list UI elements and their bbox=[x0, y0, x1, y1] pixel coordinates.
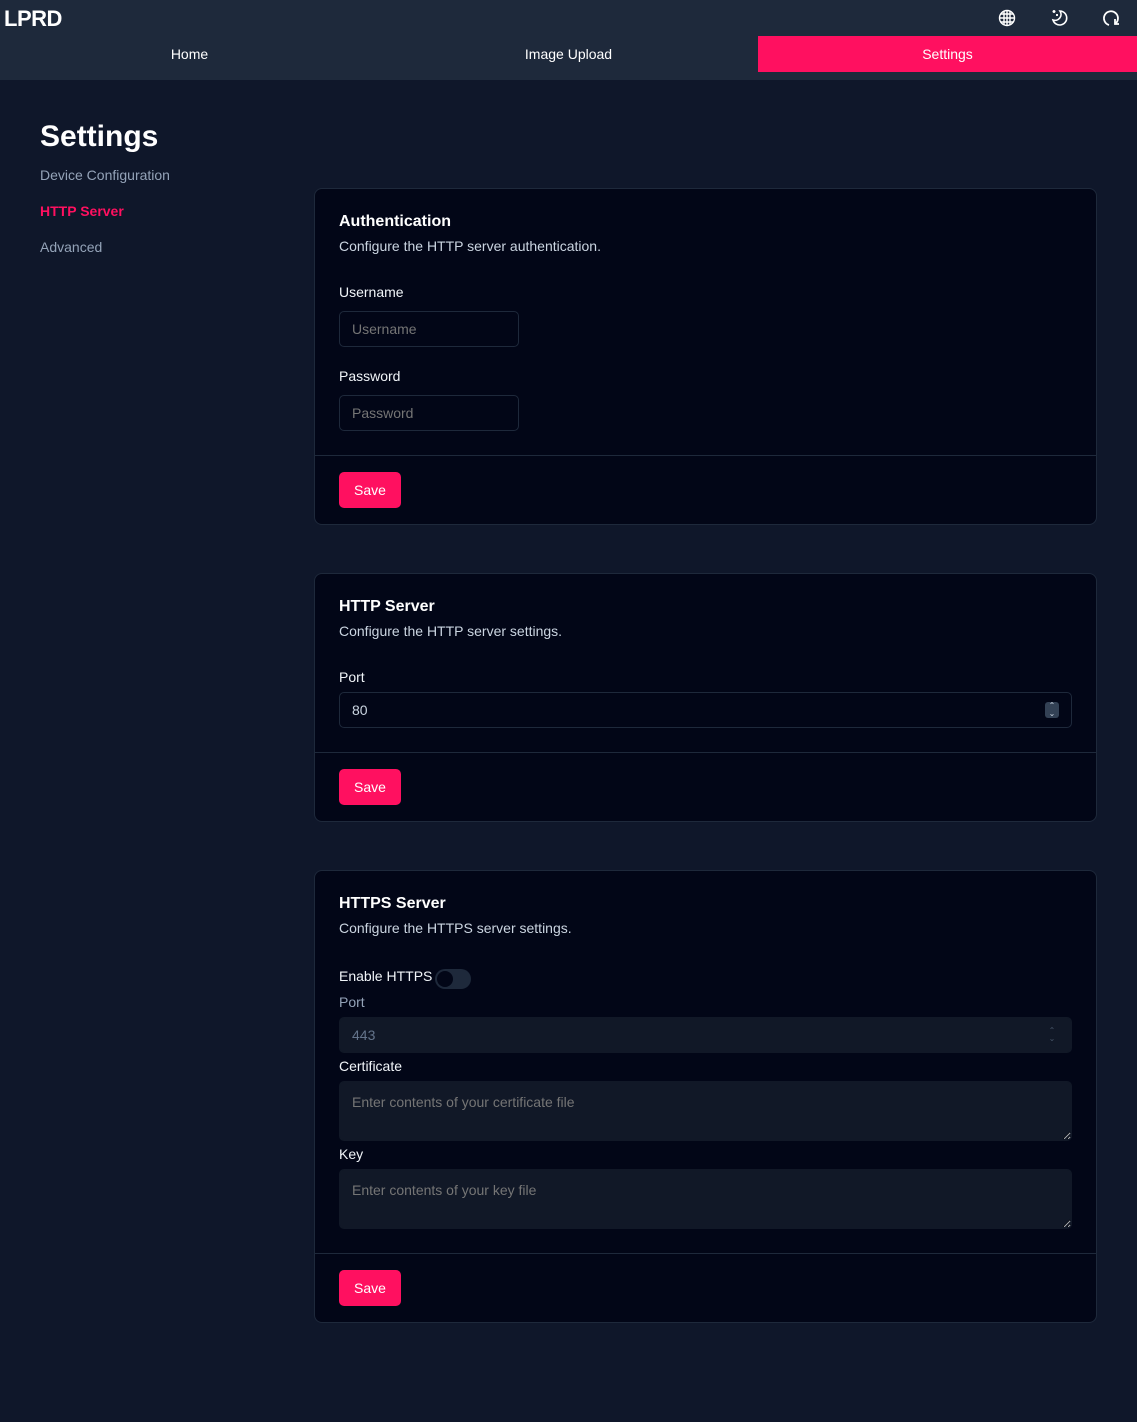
main-nav: Home Image Upload Settings bbox=[0, 36, 1137, 72]
port-value: 80 bbox=[352, 702, 368, 718]
https-port-input[interactable]: 443 ⌃ ⌄ bbox=[339, 1017, 1072, 1053]
top-header: LPRD Home Image Upload Settings bbox=[0, 0, 1137, 80]
divider bbox=[315, 752, 1096, 753]
divider bbox=[315, 1253, 1096, 1254]
https-server-card: HTTPS Server Configure the HTTPS server … bbox=[314, 870, 1097, 1323]
card-description: Configure the HTTP server settings. bbox=[339, 623, 563, 639]
password-input[interactable] bbox=[339, 395, 519, 431]
toggle-knob bbox=[437, 971, 453, 987]
stepper-icon[interactable]: ⌃ ⌄ bbox=[1045, 1027, 1059, 1043]
authentication-card: Authentication Configure the HTTP server… bbox=[314, 188, 1097, 525]
sidebar-item-http-server[interactable]: HTTP Server bbox=[40, 202, 170, 238]
password-label: Password bbox=[339, 368, 401, 384]
username-label: Username bbox=[339, 284, 404, 300]
key-textarea[interactable] bbox=[339, 1169, 1072, 1229]
card-description: Configure the HTTPS server settings. bbox=[339, 920, 572, 936]
certificate-textarea[interactable] bbox=[339, 1081, 1072, 1141]
sidebar-item-device-configuration[interactable]: Device Configuration bbox=[40, 166, 170, 202]
port-label: Port bbox=[339, 994, 365, 1010]
save-auth-button[interactable]: Save bbox=[339, 472, 401, 508]
enable-https-label: Enable HTTPS bbox=[339, 968, 433, 984]
http-server-card: HTTP Server Configure the HTTP server se… bbox=[314, 573, 1097, 822]
card-title: Authentication bbox=[339, 213, 451, 230]
divider bbox=[315, 455, 1096, 456]
save-http-button[interactable]: Save bbox=[339, 769, 401, 805]
settings-sidebar: Device Configuration HTTP Server Advance… bbox=[40, 166, 170, 274]
enable-https-toggle[interactable] bbox=[435, 969, 471, 989]
port-value: 443 bbox=[352, 1027, 376, 1043]
refresh-icon[interactable] bbox=[1085, 6, 1137, 30]
username-input[interactable] bbox=[339, 311, 519, 347]
tab-home[interactable]: Home bbox=[0, 36, 379, 72]
port-label: Port bbox=[339, 669, 365, 685]
card-title: HTTP Server bbox=[339, 598, 435, 615]
key-label: Key bbox=[339, 1146, 364, 1162]
tab-settings[interactable]: Settings bbox=[758, 36, 1137, 72]
sidebar-item-advanced[interactable]: Advanced bbox=[40, 238, 170, 274]
globe-icon[interactable] bbox=[981, 6, 1033, 30]
page-title: Settings bbox=[40, 120, 159, 153]
save-https-button[interactable]: Save bbox=[339, 1270, 401, 1306]
certificate-label: Certificate bbox=[339, 1058, 403, 1074]
theme-moon-icon[interactable] bbox=[1033, 6, 1085, 30]
logo: LPRD bbox=[4, 6, 62, 31]
card-description: Configure the HTTP server authentication… bbox=[339, 238, 601, 254]
card-title: HTTPS Server bbox=[339, 895, 446, 912]
stepper-icon[interactable]: ⌃ ⌄ bbox=[1045, 702, 1059, 718]
tab-image-upload[interactable]: Image Upload bbox=[379, 36, 758, 72]
http-port-input[interactable]: 80 ⌃ ⌄ bbox=[339, 692, 1072, 728]
